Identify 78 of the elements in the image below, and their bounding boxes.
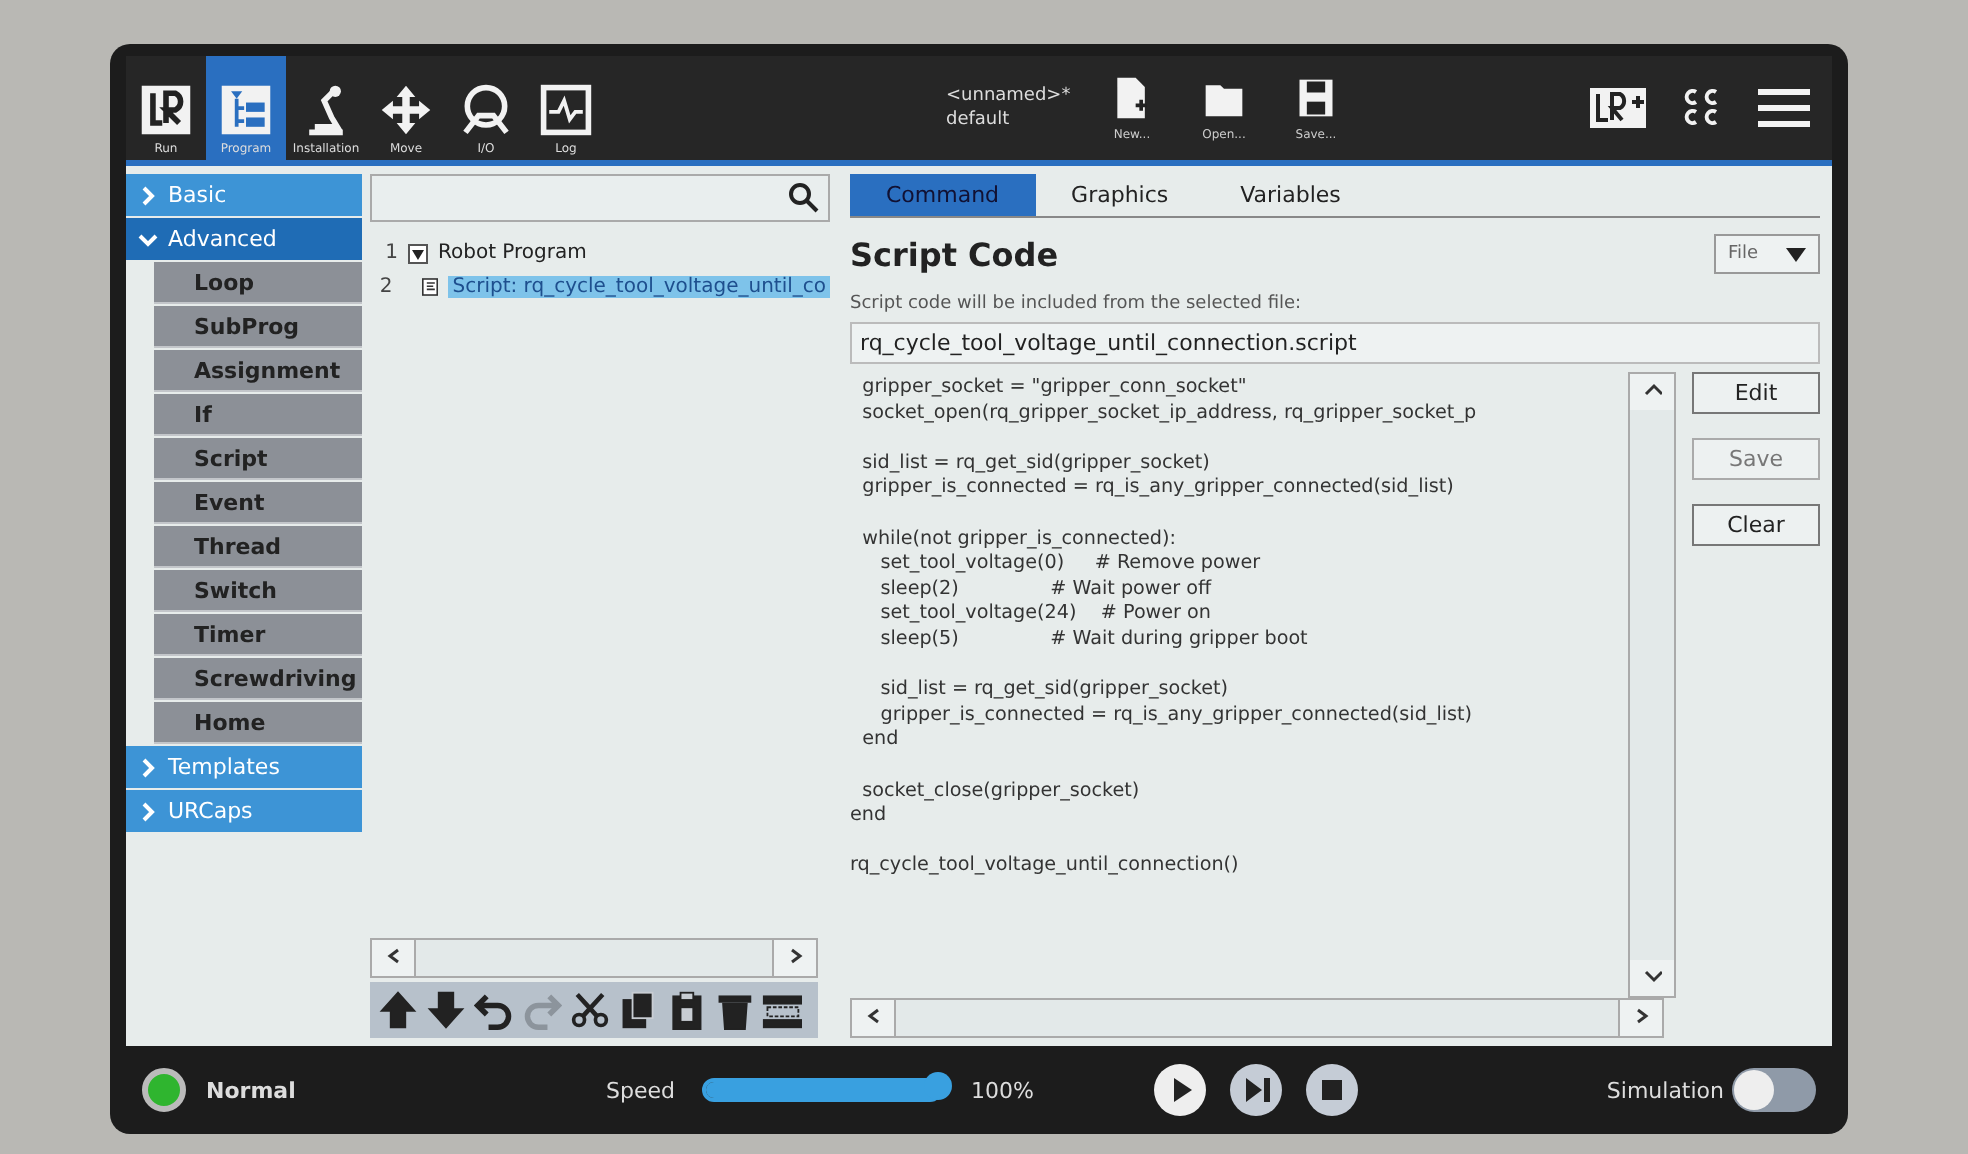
script-icon [422,276,439,298]
search-icon [788,182,820,214]
menu-icon[interactable] [1756,86,1812,130]
command-item[interactable]: Timer [154,614,362,656]
move-icon [378,82,434,138]
horizontal-scrollbar[interactable] [850,998,1664,1038]
scroll-down-button[interactable] [1630,960,1674,996]
tree-node[interactable]: Script: rq_cycle_tool_voltage_until_co [448,276,830,298]
program-icon [218,82,274,138]
speed-label: Speed [606,1077,675,1103]
panel-tab[interactable]: Graphics [1035,174,1205,216]
hint-text: Script code will be included from the selected file: [850,294,1304,314]
action-button[interactable]: Edit [1692,372,1820,414]
tree-node[interactable]: Robot Program [438,242,587,264]
vertical-scrollbar[interactable] [1628,372,1676,998]
run-icon [138,82,194,138]
step-icon[interactable] [1229,1064,1282,1116]
command-item[interactable]: Thread [154,526,362,568]
scissors-icon[interactable] [570,988,610,1032]
caret-icon [1786,247,1806,261]
scroll-left-button[interactable] [852,1000,896,1036]
category-header[interactable]: Templates [126,746,362,788]
command-item[interactable]: SubProg [154,306,362,348]
io-icon [458,82,514,138]
action-button[interactable]: Clear [1692,504,1820,546]
command-item[interactable]: Home [154,702,362,744]
chevron-icon [786,946,806,966]
chevron-icon [138,801,158,821]
installation-name: default [946,110,1012,130]
command-item[interactable]: Assignment [154,350,362,392]
scroll-up-button[interactable] [1630,374,1674,410]
category-header[interactable]: URCaps [126,790,362,832]
chevron-icon [864,1006,884,1026]
scroll-left-button[interactable] [372,940,416,976]
chevron-icon [138,229,158,249]
chevron-icon [1642,965,1662,985]
up-arrow-icon[interactable] [378,988,418,1032]
play-icon[interactable] [1153,1064,1206,1116]
log-icon [538,82,594,138]
command-item[interactable]: Switch [154,570,362,612]
chevron-icon [138,185,158,205]
command-item[interactable]: Screwdriving [154,658,362,700]
source-dropdown[interactable]: File [1713,234,1820,274]
code-view: gripper_socket = "gripper_conn_socket" socket_open(rq_gripper_socket_ip_address, rq_gripper_socket_p sid_list = rq_get_sid(gripper_socket) gripper_is_connected = rq_is_any_gripper_connected(sid_list) while(not gripper_is_connected): set_tool_voltage(0) # Remove power sleep(2) # Wait power off set_tool_voltage(24) # Power on sleep(5) # Wait during gripper boot sid_list = rq_get_sid(gripper_socket) gripper_is_connected = rq_is_any_gripper_connected(sid_list) end socket_close(gripper_socket) end rq_cycle_tool_voltage_until_connection() [850,374,1479,881]
horizontal-scrollbar[interactable] [370,938,818,978]
scroll-right-button[interactable] [772,940,816,976]
command-item[interactable]: If [154,394,362,436]
category-header[interactable]: Basic [126,174,362,216]
panel-tab[interactable]: Variables [1204,174,1377,216]
logo-plus-icon[interactable] [1588,86,1648,130]
collapse-icon[interactable] [408,243,428,263]
program-name: <unnamed>* [946,86,1073,106]
floppy-icon [1294,74,1338,122]
paste-icon[interactable] [666,988,706,1032]
down-arrow-icon[interactable] [426,988,466,1032]
command-item[interactable]: Script [154,438,362,480]
chevron-icon [1642,379,1662,399]
speed-reading: 100% [970,1077,1034,1103]
line-number: 2 [377,276,393,298]
section-title: Script Code [850,235,1059,273]
simulation-toggle[interactable] [1732,1068,1816,1112]
file-field[interactable]: rq_cycle_tool_voltage_until_connection.script [850,322,1820,364]
search-field[interactable] [370,174,830,222]
chevron-icon [138,757,158,777]
slider-thumb[interactable] [924,1072,953,1100]
stop-icon[interactable] [1305,1064,1358,1116]
copy-icon[interactable] [618,988,658,1032]
status-dot [142,1068,186,1112]
chevron-icon [1632,1006,1652,1026]
command-item[interactable]: Loop [154,262,362,304]
category-header[interactable]: Advanced [126,218,362,260]
panel-tab[interactable]: Command [850,174,1036,216]
simulation-label: Simulation [1606,1077,1724,1103]
chevron-icon [384,946,404,966]
line-number: 1 [383,242,398,264]
scroll-right-button[interactable] [1618,1000,1662,1036]
status-label: Normal [206,1077,298,1103]
command-item[interactable]: Event [154,482,362,524]
